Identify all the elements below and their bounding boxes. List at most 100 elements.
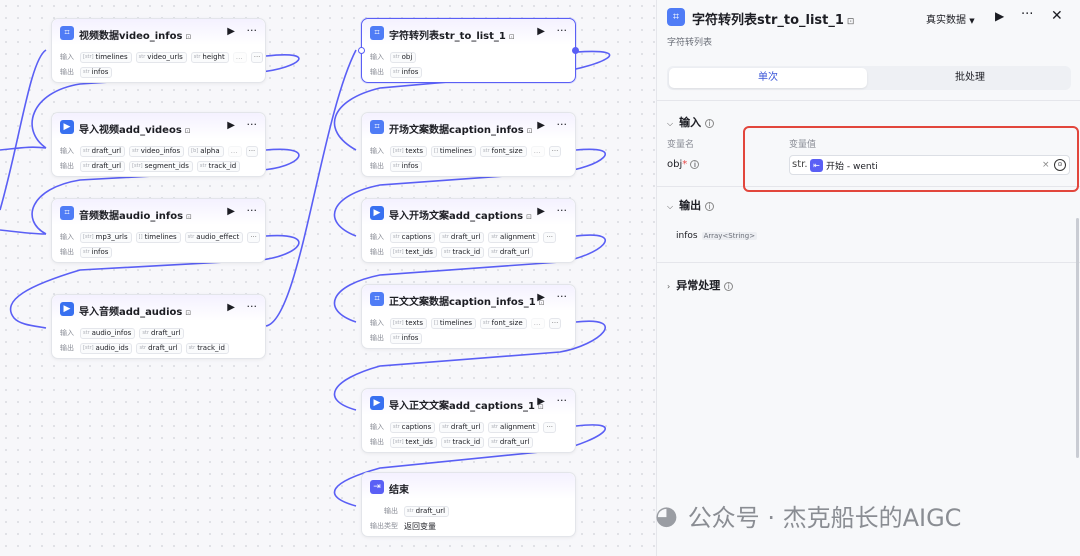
param-chip: [str] text_ids bbox=[390, 246, 437, 258]
more-icon[interactable]: ··· bbox=[557, 394, 568, 407]
param-chip: [] timelines bbox=[135, 231, 181, 243]
param-chip: [] timelines bbox=[431, 145, 477, 157]
run-button[interactable]: ▶ bbox=[227, 120, 235, 131]
param-chip: [] timelines bbox=[431, 317, 477, 329]
close-icon[interactable]: ✕ bbox=[1051, 8, 1063, 24]
param-chip: str track_id bbox=[440, 436, 485, 448]
node-header: ▶ 导入音频add_audios ⊡ ▶ ··· bbox=[52, 295, 265, 321]
more-icon[interactable]: ··· bbox=[557, 24, 568, 37]
chevron-down-icon: ⌵ bbox=[667, 119, 674, 128]
run-button[interactable]: ▶ bbox=[537, 292, 545, 303]
play-icon: ▶ bbox=[60, 120, 74, 134]
input-label: 输入 bbox=[370, 233, 384, 241]
output-var-row: infos Array<String> bbox=[676, 231, 758, 241]
error-section-header[interactable]: › 异常处理 i bbox=[667, 277, 734, 293]
node-video-infos[interactable]: ⌗ 视频数据video_infos ⊡ ▶ ··· 输入 [str] timelin… bbox=[51, 18, 266, 83]
node-add-captions-1[interactable]: ▶ 导入正文文案add_captions_1 ⊡ ▶ ··· 输入 str capt… bbox=[361, 388, 576, 453]
panel-title[interactable]: 字符转列表str_to_list_1 ⊡ bbox=[692, 9, 854, 28]
more-params-icon[interactable]: ··· bbox=[548, 145, 562, 157]
node-add-captions[interactable]: ▶ 导入开场文案add_captions ⊡ ▶ ··· 输入 str captio… bbox=[361, 198, 576, 263]
output-label: 输出 bbox=[60, 162, 74, 170]
run-button[interactable]: ▶ bbox=[995, 9, 1004, 23]
node-add-videos[interactable]: ▶ 导入视频add_videos ⊡ ▶ ··· 输入 str draft_url … bbox=[51, 112, 266, 177]
wechat-logo-icon: ◕ bbox=[655, 500, 678, 531]
lock-icon: ⊡ bbox=[185, 309, 192, 317]
node-title: 导入开场文案add_captions ⊡ bbox=[389, 211, 532, 222]
workflow-canvas[interactable]: ⌗ 视频数据video_infos ⊡ ▶ ··· 输入 [str] timelin… bbox=[0, 0, 656, 556]
param-chip: str draft_url bbox=[80, 160, 126, 172]
run-button[interactable]: ▶ bbox=[537, 120, 545, 131]
output-label: 输出 bbox=[384, 507, 398, 515]
param-chip: str infos bbox=[80, 66, 113, 78]
param-chip: str font_size bbox=[480, 317, 527, 329]
tab-single[interactable]: 单次 bbox=[669, 68, 867, 88]
node-inputs: 输入 [str] texts [] timelines str font_size …… bbox=[370, 317, 565, 329]
node-outputs: 输出 str draft_url bbox=[384, 505, 453, 517]
node-add-audios[interactable]: ▶ 导入音频add_audios ⊡ ▶ ··· 输入 str audio_info… bbox=[51, 294, 266, 359]
node-end[interactable]: ⇥ 结束 输出 str draft_url 输出类型 返回变量 bbox=[361, 472, 576, 537]
param-chip: str infos bbox=[80, 246, 113, 258]
param-chip: str audio_infos bbox=[80, 327, 136, 339]
run-button[interactable]: ▶ bbox=[537, 396, 545, 407]
chevron-right-icon: › bbox=[667, 282, 671, 291]
run-button[interactable]: ▶ bbox=[227, 206, 235, 217]
more-icon[interactable]: ··· bbox=[247, 300, 258, 313]
data-mode-select[interactable]: 真实数据 ▼ bbox=[926, 11, 975, 26]
more-params-icon[interactable]: ··· bbox=[543, 231, 557, 243]
more-icon[interactable]: ··· bbox=[557, 204, 568, 217]
more-params-icon[interactable]: ··· bbox=[543, 421, 557, 433]
more-params-icon[interactable]: ··· bbox=[247, 231, 260, 243]
run-mode-tabs: 单次 批处理 bbox=[667, 66, 1071, 90]
input-label: 输入 bbox=[370, 53, 384, 61]
node-outputs: 输出 str infos bbox=[60, 246, 116, 258]
lock-icon: ⊡ bbox=[526, 127, 533, 135]
lock-icon: ⊡ bbox=[186, 213, 192, 221]
more-icon[interactable]: ··· bbox=[247, 204, 258, 217]
more-icon[interactable]: ··· bbox=[557, 118, 568, 131]
node-title: 结束 bbox=[389, 485, 409, 496]
node-caption-infos-1[interactable]: ⌗ 正文文案数据caption_infos_1 ⊡ ▶ ··· 输入 [str] t… bbox=[361, 284, 576, 349]
param-chip: … bbox=[530, 145, 545, 157]
more-params-icon[interactable]: ··· bbox=[250, 51, 264, 63]
run-button[interactable]: ▶ bbox=[537, 206, 545, 217]
node-inputs: 输入 [str] texts [] timelines str font_size …… bbox=[370, 145, 565, 157]
more-params-icon[interactable]: ··· bbox=[245, 145, 259, 157]
more-params-icon[interactable]: ··· bbox=[548, 317, 562, 329]
chevron-down-icon: ▼ bbox=[969, 17, 975, 25]
more-icon[interactable]: ··· bbox=[247, 24, 258, 37]
node-inputs: 输入 str draft_url str video_infos [b] alpha … bbox=[60, 145, 262, 157]
input-label: 输入 bbox=[370, 147, 384, 155]
lock-icon: ⊡ bbox=[526, 213, 532, 221]
more-icon[interactable]: ··· bbox=[247, 118, 258, 131]
param-chip: str track_id bbox=[196, 160, 241, 172]
more-icon[interactable]: ··· bbox=[1021, 7, 1033, 22]
param-chip: str infos bbox=[390, 332, 423, 344]
output-section-header[interactable]: ⌵ 输出 i bbox=[667, 197, 715, 213]
node-outputs: 输出 [str] text_ids str track_id str draft_ur… bbox=[370, 246, 537, 258]
more-icon[interactable]: ··· bbox=[557, 290, 568, 303]
param-chip: str video_urls bbox=[135, 51, 187, 63]
scrollbar[interactable] bbox=[1076, 218, 1079, 458]
lock-icon: ⊡ bbox=[185, 33, 192, 41]
input-port[interactable] bbox=[358, 47, 365, 54]
node-inputs: 输入 str obj bbox=[370, 51, 420, 63]
node-outputs: 输出 str infos bbox=[370, 66, 426, 78]
node-str-to-list[interactable]: ⌗ 字符转列表str_to_list_1 ⊡ ▶ ··· 输入 str obj 输出… bbox=[358, 18, 579, 83]
tab-batch[interactable]: 批处理 bbox=[871, 68, 1069, 88]
watermark: ◕ 公众号 · 杰克船长的AIGC bbox=[655, 500, 962, 533]
param-chip: str captions bbox=[390, 421, 436, 433]
output-label: 输出 bbox=[60, 344, 74, 352]
divider bbox=[657, 262, 1080, 263]
node-audio-infos[interactable]: ⌗ 音频数据audio_infos ⊡ ▶ ··· 输入 [str] mp3_url… bbox=[51, 198, 266, 263]
run-button[interactable]: ▶ bbox=[537, 26, 545, 37]
node-caption-infos[interactable]: ⌗ 开场文案数据caption_infos ⊡ ▶ ··· 输入 [str] tex… bbox=[361, 112, 576, 177]
output-port[interactable] bbox=[572, 47, 579, 54]
run-button[interactable]: ▶ bbox=[227, 302, 235, 313]
run-button[interactable]: ▶ bbox=[227, 26, 235, 37]
panel-description: 字符转列表 bbox=[667, 38, 713, 48]
play-icon: ▶ bbox=[60, 302, 74, 316]
param-chip: … bbox=[232, 51, 247, 63]
input-section-header[interactable]: ⌵ 输入 i bbox=[667, 114, 715, 130]
node-outputs: 输出 str infos bbox=[60, 66, 116, 78]
code-icon: ⌗ bbox=[667, 8, 685, 26]
